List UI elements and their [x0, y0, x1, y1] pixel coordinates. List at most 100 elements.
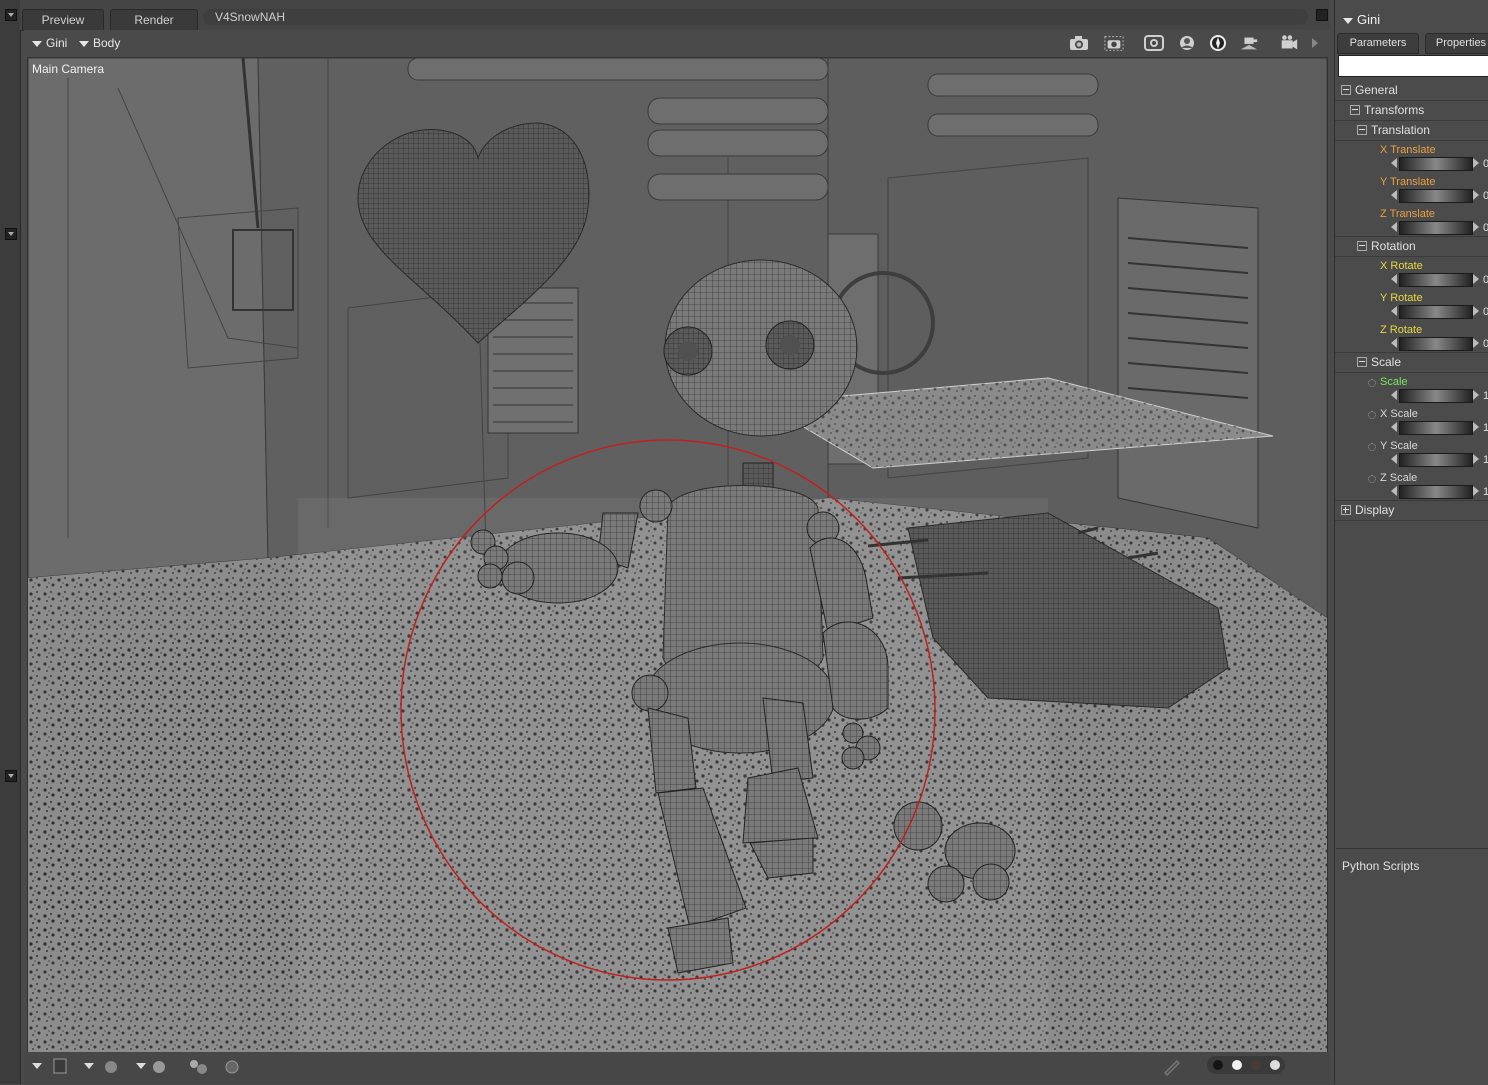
group-scale-label: Scale — [1371, 355, 1402, 369]
tab-parameters[interactable]: Parameters — [1337, 33, 1419, 54]
group-display[interactable]: Display — [1341, 501, 1394, 519]
collapse-arrow-icon[interactable] — [5, 228, 17, 240]
face-camera-icon[interactable] — [1177, 34, 1197, 52]
camera-region-icon[interactable] — [1104, 34, 1124, 52]
z-scale-dial[interactable] — [1399, 485, 1473, 499]
group-rotation-label: Rotation — [1371, 239, 1416, 253]
python-scripts-label: Python Scripts — [1342, 859, 1420, 873]
dropdown-arrow-icon — [32, 40, 42, 47]
group-translation-label: Translation — [1371, 123, 1430, 137]
pencil-icon[interactable] — [1162, 1056, 1182, 1076]
collapse-icon — [1357, 124, 1367, 135]
tab-render[interactable]: Render — [110, 9, 198, 30]
y-rotate-value[interactable]: 0 — [1483, 306, 1488, 318]
x-scale-value[interactable]: 1 — [1483, 422, 1488, 434]
y-translate-label: Y Translate — [1380, 176, 1436, 188]
figure-menu-label: Gini — [46, 36, 68, 50]
link-toggle-icon[interactable] — [1368, 411, 1376, 419]
tab-properties[interactable]: Properties — [1425, 33, 1488, 54]
actor-menu-label: Body — [93, 36, 121, 50]
decrement-arrow-icon[interactable] — [1391, 486, 1397, 496]
decrement-arrow-icon[interactable] — [1391, 338, 1397, 348]
scene-render — [28, 58, 1327, 1052]
document-tab-bar: Preview Render V4SnowNAH — [20, 0, 1330, 31]
left-side-strip — [0, 0, 21, 1084]
z-translate-dial[interactable] — [1399, 221, 1473, 235]
increment-arrow-icon[interactable] — [1473, 390, 1479, 400]
document-name-field[interactable]: V4SnowNAH — [203, 9, 1308, 25]
increment-arrow-icon[interactable] — [1473, 306, 1479, 316]
parameter-search-input[interactable] — [1338, 55, 1488, 77]
increment-arrow-icon[interactable] — [1473, 274, 1479, 284]
dropdown-arrow-icon — [1343, 17, 1353, 24]
video-camera-icon[interactable] — [1279, 34, 1299, 52]
y-scale-label: Y Scale — [1380, 440, 1418, 452]
decrement-arrow-icon[interactable] — [1391, 190, 1397, 200]
panel-title[interactable]: Gini — [1343, 12, 1380, 27]
z-rotate-value[interactable]: 0 — [1483, 338, 1488, 350]
z-translate-value[interactable]: 0 — [1483, 222, 1488, 234]
display-style-controls[interactable] — [32, 1057, 252, 1079]
collapse-arrow-icon[interactable] — [5, 9, 17, 21]
decrement-arrow-icon[interactable] — [1391, 390, 1397, 400]
background-color-swatches[interactable] — [1206, 1054, 1286, 1076]
group-transforms[interactable]: Transforms — [1350, 101, 1424, 119]
y-rotate-dial[interactable] — [1399, 305, 1473, 319]
group-translation[interactable]: Translation — [1357, 121, 1430, 139]
z-rotate-dial[interactable] — [1399, 337, 1473, 351]
y-scale-dial[interactable] — [1399, 453, 1473, 467]
collapse-icon — [1341, 84, 1351, 95]
link-toggle-icon[interactable] — [1368, 379, 1376, 387]
collapse-icon — [1350, 104, 1360, 115]
x-translate-dial[interactable] — [1399, 157, 1473, 171]
z-scale-value[interactable]: 1 — [1483, 486, 1488, 498]
group-scale[interactable]: Scale — [1357, 353, 1401, 371]
figure-menu[interactable]: Gini — [32, 36, 67, 50]
y-translate-value[interactable]: 0 — [1483, 190, 1488, 202]
scroll-right-arrow-icon[interactable] — [1310, 34, 1320, 52]
x-translate-label: X Translate — [1380, 144, 1436, 156]
decrement-arrow-icon[interactable] — [1391, 454, 1397, 464]
z-rotate-label: Z Rotate — [1380, 324, 1423, 336]
increment-arrow-icon[interactable] — [1473, 454, 1479, 464]
tab-preview[interactable]: Preview — [22, 9, 104, 30]
x-rotate-dial[interactable] — [1399, 273, 1473, 287]
actor-menu[interactable]: Body — [79, 36, 120, 50]
x-rotate-value[interactable]: 0 — [1483, 274, 1488, 286]
camera-frame-icon[interactable] — [1144, 34, 1164, 52]
group-general[interactable]: General — [1341, 81, 1398, 99]
x-rotate-label: X Rotate — [1380, 260, 1423, 272]
viewport-bottom-bar — [24, 1052, 1330, 1084]
x-scale-dial[interactable] — [1399, 421, 1473, 435]
link-toggle-icon[interactable] — [1368, 443, 1376, 451]
decrement-arrow-icon[interactable] — [1391, 158, 1397, 168]
decrement-arrow-icon[interactable] — [1391, 306, 1397, 316]
viewport-toolbar: Gini Body — [24, 30, 1330, 57]
3d-viewport[interactable]: Main Camera — [27, 57, 1328, 1053]
y-translate-dial[interactable] — [1399, 189, 1473, 203]
decrement-arrow-icon[interactable] — [1391, 274, 1397, 284]
y-scale-value[interactable]: 1 — [1483, 454, 1488, 466]
camera-label[interactable]: Main Camera — [32, 62, 104, 76]
collapse-arrow-icon[interactable] — [5, 770, 17, 782]
y-rotate-label: Y Rotate — [1380, 292, 1423, 304]
group-rotation[interactable]: Rotation — [1357, 237, 1416, 255]
camera-orbit-icon[interactable] — [1239, 34, 1259, 52]
decrement-arrow-icon[interactable] — [1391, 222, 1397, 232]
camera-snapshot-icon[interactable] — [1069, 34, 1089, 52]
link-toggle-icon[interactable] — [1368, 475, 1376, 483]
increment-arrow-icon[interactable] — [1473, 338, 1479, 348]
scale-value[interactable]: 1 — [1483, 390, 1488, 402]
increment-arrow-icon[interactable] — [1473, 422, 1479, 432]
increment-arrow-icon[interactable] — [1473, 158, 1479, 168]
increment-arrow-icon[interactable] — [1473, 190, 1479, 200]
panel-menu-icon[interactable] — [1316, 9, 1328, 21]
decrement-arrow-icon[interactable] — [1391, 422, 1397, 432]
group-display-label: Display — [1355, 503, 1395, 517]
increment-arrow-icon[interactable] — [1473, 222, 1479, 232]
scale-dial[interactable] — [1399, 389, 1473, 403]
x-translate-value[interactable]: 0 — [1483, 158, 1488, 170]
increment-arrow-icon[interactable] — [1473, 486, 1479, 496]
scale-label: Scale — [1380, 376, 1408, 388]
light-icon[interactable] — [1208, 34, 1228, 52]
